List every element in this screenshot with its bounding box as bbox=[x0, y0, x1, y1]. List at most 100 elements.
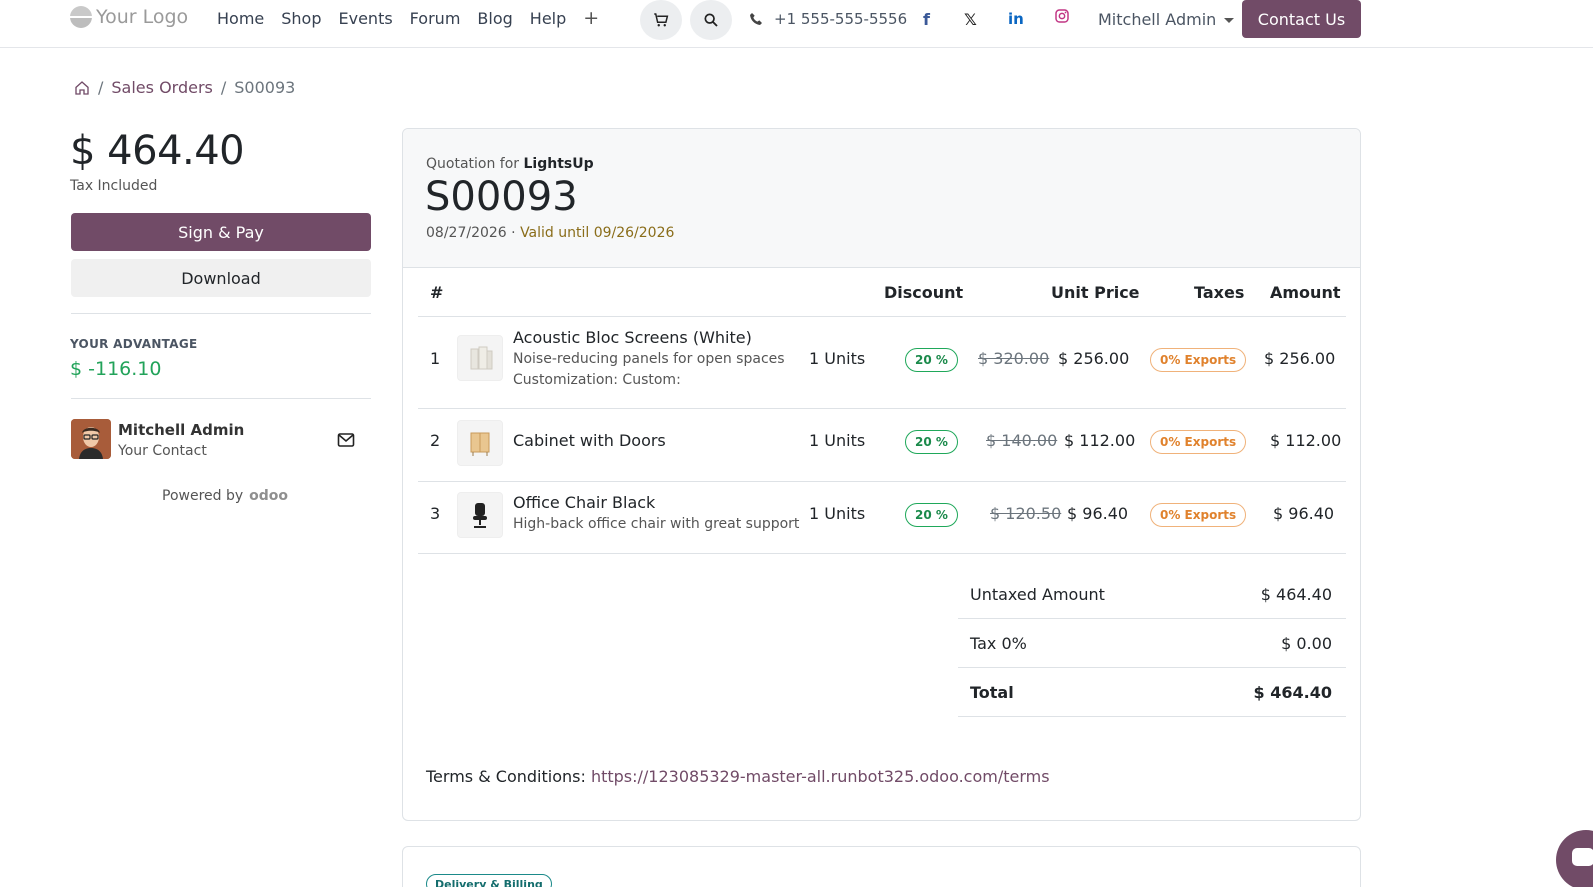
totals-divider bbox=[958, 618, 1346, 619]
quotation-dates: 08/27/2026 · Valid until 09/26/2026 bbox=[426, 225, 674, 241]
untaxed-amount-value: $ 464.40 bbox=[1260, 585, 1332, 604]
nav-forum[interactable]: Forum bbox=[410, 9, 461, 28]
breadcrumb-current: S00093 bbox=[234, 78, 296, 97]
untaxed-amount-label: Untaxed Amount bbox=[970, 585, 1105, 604]
linkedin-icon[interactable]: in bbox=[1008, 10, 1024, 28]
powered-by: Powered by odoo bbox=[162, 488, 288, 504]
search-button[interactable] bbox=[690, 0, 732, 40]
contact-name: Mitchell Admin bbox=[118, 421, 245, 439]
delivery-billing-badge: Delivery & Billing bbox=[426, 874, 552, 887]
breadcrumb: / Sales Orders / S00093 bbox=[74, 78, 295, 97]
product-thumbnail[interactable] bbox=[457, 335, 503, 381]
logo[interactable]: Your Logo bbox=[70, 6, 188, 28]
tax-badge: 0% Exports bbox=[1150, 348, 1247, 372]
facebook-icon[interactable]: f bbox=[923, 10, 930, 29]
phone-icon bbox=[750, 13, 762, 25]
discount-badge: 20 % bbox=[905, 503, 958, 527]
phone-link[interactable]: +1 555-555-5556 bbox=[748, 10, 907, 28]
col-header-discount: Discount bbox=[884, 283, 964, 302]
logo-mark-icon bbox=[70, 6, 92, 28]
phone-number: +1 555-555-5556 bbox=[774, 10, 908, 28]
chat-button[interactable] bbox=[1556, 830, 1593, 887]
row-divider bbox=[418, 316, 1346, 317]
breadcrumb-separator: / bbox=[98, 78, 104, 97]
advantage-value: $ -116.10 bbox=[70, 358, 162, 380]
original-price: $ 120.50 bbox=[990, 504, 1062, 523]
order-number: S00093 bbox=[425, 174, 578, 220]
discount-badge: 20 % bbox=[905, 430, 958, 454]
quotation-for: Quotation for LightsUp bbox=[426, 156, 594, 172]
product-name: Cabinet with Doors bbox=[513, 431, 666, 450]
home-icon[interactable] bbox=[74, 80, 90, 96]
breadcrumb-separator: / bbox=[220, 78, 227, 97]
line-number: 2 bbox=[430, 431, 441, 450]
divider bbox=[71, 313, 371, 314]
mail-icon[interactable] bbox=[337, 432, 355, 448]
cart-icon bbox=[654, 13, 669, 27]
line-quantity: 1 Units bbox=[809, 349, 866, 368]
powered-by-label: Powered by bbox=[162, 488, 244, 504]
instagram-icon[interactable] bbox=[1054, 8, 1070, 28]
product-description: Noise-reducing panels for open spaces bbox=[513, 351, 785, 367]
user-menu[interactable]: Mitchell Admin bbox=[1098, 10, 1235, 29]
top-navbar: Your Logo Home Shop Events Forum Blog He… bbox=[0, 0, 1593, 48]
line-quantity: 1 Units bbox=[809, 504, 866, 523]
product-description: High-back office chair with great suppor… bbox=[513, 516, 800, 532]
date-separator: · bbox=[511, 225, 516, 241]
line-number: 1 bbox=[430, 349, 441, 368]
row-divider bbox=[418, 553, 1346, 554]
product-name: Acoustic Bloc Screens (White) bbox=[513, 328, 752, 347]
line-amount: $ 112.00 bbox=[1270, 431, 1342, 450]
unit-price: $ 112.00 bbox=[1064, 431, 1136, 450]
terms-label: Terms & Conditions: bbox=[426, 767, 586, 786]
quotation-for-label: Quotation for bbox=[426, 156, 520, 172]
col-header-amount: Amount bbox=[1270, 283, 1341, 302]
tax-label: Tax 0% bbox=[970, 634, 1027, 653]
validity-date: Valid until 09/26/2026 bbox=[520, 225, 675, 241]
tax-value: $ 0.00 bbox=[1281, 634, 1332, 653]
unit-price: $ 96.40 bbox=[1067, 504, 1129, 523]
order-total: $ 464.40 bbox=[70, 128, 245, 174]
download-button[interactable]: Download bbox=[71, 259, 371, 297]
nav-more-button[interactable]: + bbox=[583, 9, 599, 28]
row-divider bbox=[418, 408, 1346, 409]
product-thumbnail[interactable] bbox=[457, 420, 503, 466]
tax-included-note: Tax Included bbox=[70, 178, 158, 194]
quotation-card: Quotation for LightsUp S00093 08/27/2026… bbox=[402, 128, 1361, 821]
search-icon bbox=[704, 13, 718, 27]
product-customization: Customization: Custom: bbox=[513, 372, 681, 388]
product-name: Office Chair Black bbox=[513, 493, 656, 512]
cabinet-image-icon bbox=[470, 432, 490, 456]
nav-events[interactable]: Events bbox=[339, 9, 393, 28]
delivery-billing-card: Delivery & Billing bbox=[402, 846, 1361, 887]
x-twitter-icon[interactable]: 𝕏 bbox=[964, 10, 977, 29]
quotation-header: Quotation for LightsUp S00093 08/27/2026… bbox=[403, 129, 1360, 268]
divider bbox=[71, 398, 371, 399]
nav-help[interactable]: Help bbox=[530, 9, 566, 28]
totals-divider bbox=[958, 716, 1346, 717]
sign-and-pay-button[interactable]: Sign & Pay bbox=[71, 213, 371, 251]
contact-us-button[interactable]: Contact Us bbox=[1242, 0, 1361, 38]
row-divider bbox=[418, 481, 1346, 482]
nav-home[interactable]: Home bbox=[217, 9, 264, 28]
product-thumbnail[interactable] bbox=[457, 492, 503, 538]
total-label: Total bbox=[970, 683, 1014, 702]
odoo-logo[interactable]: odoo bbox=[249, 488, 288, 504]
nav-shop[interactable]: Shop bbox=[281, 9, 321, 28]
contact-role: Your Contact bbox=[118, 443, 207, 459]
customer-name: LightsUp bbox=[523, 156, 594, 172]
unit-price: $ 256.00 bbox=[1058, 349, 1130, 368]
tax-badge: 0% Exports bbox=[1150, 503, 1247, 527]
chat-icon bbox=[1572, 848, 1593, 866]
discount-badge: 20 % bbox=[905, 348, 958, 372]
nav-blog[interactable]: Blog bbox=[477, 9, 512, 28]
breadcrumb-sales-orders[interactable]: Sales Orders bbox=[111, 78, 212, 97]
col-header-num: # bbox=[430, 283, 444, 302]
cart-button[interactable] bbox=[640, 0, 682, 40]
original-price: $ 320.00 bbox=[978, 349, 1050, 368]
terms-link[interactable]: https://123085329-master-all.runbot325.o… bbox=[591, 767, 1050, 786]
office-chair-image-icon bbox=[473, 503, 487, 528]
tax-badge: 0% Exports bbox=[1150, 430, 1247, 454]
line-amount: $ 256.00 bbox=[1264, 349, 1336, 368]
line-number: 3 bbox=[430, 504, 441, 523]
